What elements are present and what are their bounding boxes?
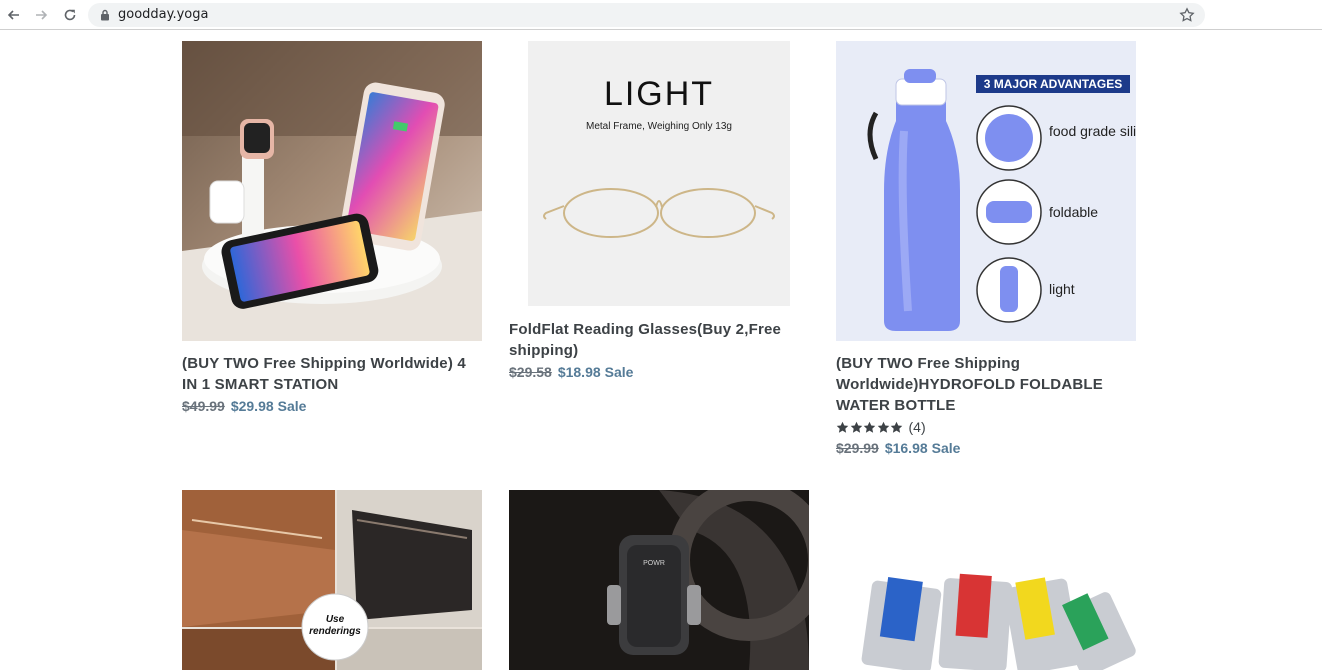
regular-price: $49.99: [182, 398, 225, 414]
product-image[interactable]: [182, 41, 482, 341]
product-card[interactable]: 3 MAJOR ADVANTAGES food grade silicone f…: [836, 41, 1136, 481]
price-row: $29.99 $16.98 Sale: [836, 438, 960, 458]
sale-label: Sale: [931, 440, 961, 456]
product-image[interactable]: Use renderings: [182, 490, 482, 670]
sale-price: $18.98: [557, 364, 601, 380]
product-card[interactable]: LIGHT Metal Frame, Weighing Only 13g Fol…: [509, 41, 809, 401]
product-title[interactable]: (BUY TWO Free Shipping Worldwide)HYDROFO…: [836, 353, 1136, 416]
sale-price: $16.98: [884, 440, 928, 456]
image-banner: 3 MAJOR ADVANTAGES: [984, 77, 1122, 91]
regular-price: $29.58: [509, 364, 552, 380]
browser-toolbar: goodday.yoga: [0, 0, 1322, 30]
price-row: $29.58 $18.98 Sale: [509, 362, 633, 382]
product-title[interactable]: (BUY TWO Free Shipping Worldwide) 4 IN 1…: [182, 353, 482, 395]
sale-label: Sale: [604, 364, 634, 380]
address-bar[interactable]: goodday.yoga: [88, 3, 1205, 27]
back-arrow-icon: [7, 10, 19, 20]
image-brand: POWR: [643, 560, 665, 567]
image-heading: LIGHT: [604, 75, 714, 113]
forward-arrow-icon: [36, 10, 48, 20]
product-card[interactable]: (BUY TWO Free Shipping Worldwide) 4 IN 1…: [182, 41, 482, 461]
product-grid: (BUY TWO Free Shipping Worldwide) 4 IN 1…: [0, 30, 1322, 670]
feature-food-grade: food grade silicone: [1049, 123, 1136, 139]
image-subheading: Metal Frame, Weighing Only 13g: [586, 121, 732, 132]
price-row: $49.99 $29.98 Sale: [182, 396, 306, 416]
product-image[interactable]: [836, 490, 1136, 670]
rating-star-icon: [863, 421, 876, 433]
product-title[interactable]: FoldFlat Reading Glasses(Buy 2,Free ship…: [509, 319, 809, 361]
product-image[interactable]: LIGHT Metal Frame, Weighing Only 13g: [528, 41, 790, 306]
product-card[interactable]: POWR: [509, 490, 809, 670]
forward-button[interactable]: [31, 5, 51, 25]
product-image[interactable]: 3 MAJOR ADVANTAGES food grade silicone f…: [836, 41, 1136, 341]
product-card[interactable]: [836, 490, 1136, 670]
url-text: goodday.yoga: [118, 7, 209, 22]
image-badge-line1: Use: [326, 614, 345, 625]
back-button[interactable]: [4, 5, 24, 25]
rating-row[interactable]: (4): [836, 419, 926, 435]
sale-label: Sale: [277, 398, 307, 414]
reload-icon: [64, 9, 76, 21]
lock-icon: [101, 9, 109, 21]
rating-stars: [836, 421, 904, 434]
image-badge-line2: renderings: [309, 626, 361, 637]
star-bookmark-icon[interactable]: [1179, 7, 1195, 23]
product-image[interactable]: POWR: [509, 490, 809, 670]
sale-price: $29.98: [230, 398, 274, 414]
rating-star-icon: [877, 421, 889, 433]
product-card[interactable]: Use renderings: [182, 490, 482, 670]
review-count: (4): [908, 419, 926, 435]
feature-light: light: [1049, 281, 1075, 297]
rating-star-icon: [850, 421, 862, 433]
reload-button[interactable]: [60, 5, 80, 25]
rating-star-icon: [836, 421, 849, 433]
rating-star-icon: [890, 421, 903, 433]
feature-foldable: foldable: [1049, 204, 1098, 220]
regular-price: $29.99: [836, 440, 879, 456]
